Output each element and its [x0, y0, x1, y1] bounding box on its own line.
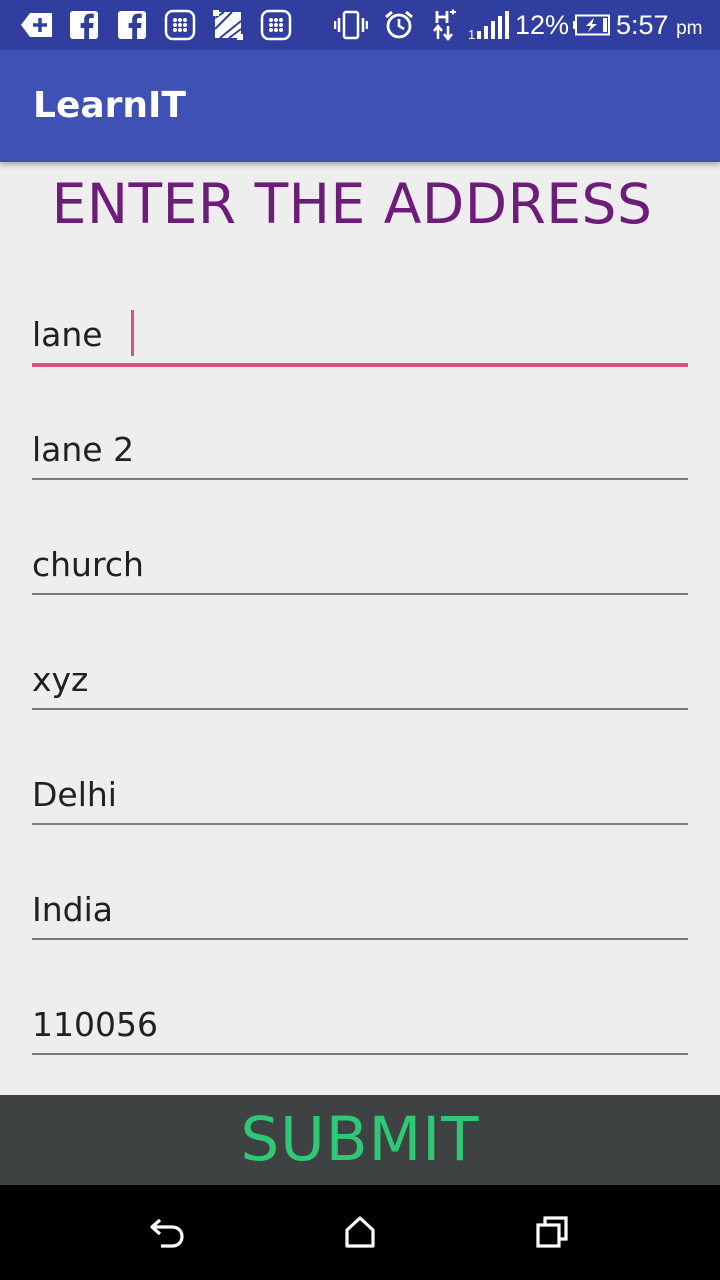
hplus-data-icon: [430, 9, 458, 41]
signal-icon: 1: [467, 9, 511, 41]
clock-ampm: pm: [676, 18, 703, 39]
recents-icon[interactable]: [522, 1207, 582, 1257]
app-grid-icon: [259, 9, 293, 41]
field-underline: [32, 938, 688, 940]
address-line-1-field[interactable]: [32, 305, 688, 367]
field-underline: [32, 708, 688, 710]
battery-percent: 12%: [515, 10, 570, 40]
back-icon[interactable]: [137, 1207, 197, 1257]
clock: 5:57 pm: [616, 8, 702, 42]
country-input[interactable]: [32, 880, 688, 938]
alarm-icon: [383, 9, 415, 41]
pincode-field[interactable]: [32, 995, 688, 1057]
app-bar: LearnIT: [0, 50, 720, 162]
field-underline: [32, 593, 688, 595]
pincode-input[interactable]: [32, 995, 688, 1053]
area-field[interactable]: [32, 650, 688, 712]
submit-button[interactable]: SUBMIT: [0, 1095, 720, 1185]
city-field[interactable]: [32, 765, 688, 827]
address-line-2-field[interactable]: [32, 420, 688, 482]
submit-label: SUBMIT: [240, 1104, 480, 1175]
area-input[interactable]: [32, 650, 688, 708]
app-grid-icon: [163, 9, 197, 41]
navigation-bar: [0, 1185, 720, 1280]
field-underline: [32, 1053, 688, 1055]
gallery-icon: [211, 9, 245, 41]
app-title: LearnIT: [33, 85, 186, 126]
svg-text:1: 1: [468, 27, 475, 40]
home-icon[interactable]: [330, 1207, 390, 1257]
status-bar: 1 12% 5:57 pm: [0, 0, 720, 50]
field-underline: [32, 478, 688, 480]
facebook-icon: [116, 9, 148, 41]
field-underline: [32, 823, 688, 825]
landmark-input[interactable]: [32, 535, 688, 593]
facebook-icon: [68, 9, 100, 41]
text-cursor: [131, 310, 134, 356]
country-field[interactable]: [32, 880, 688, 942]
field-underline-focused: [32, 363, 688, 367]
battery-charging-icon: [573, 9, 611, 41]
city-input[interactable]: [32, 765, 688, 823]
landmark-field[interactable]: [32, 535, 688, 597]
notification-plus-icon: [20, 9, 54, 41]
vibrate-icon: [334, 9, 368, 41]
clock-time: 5:57: [616, 10, 669, 40]
page-heading: ENTER THE ADDRESS: [51, 172, 653, 236]
address-line-2-input[interactable]: [32, 420, 688, 478]
